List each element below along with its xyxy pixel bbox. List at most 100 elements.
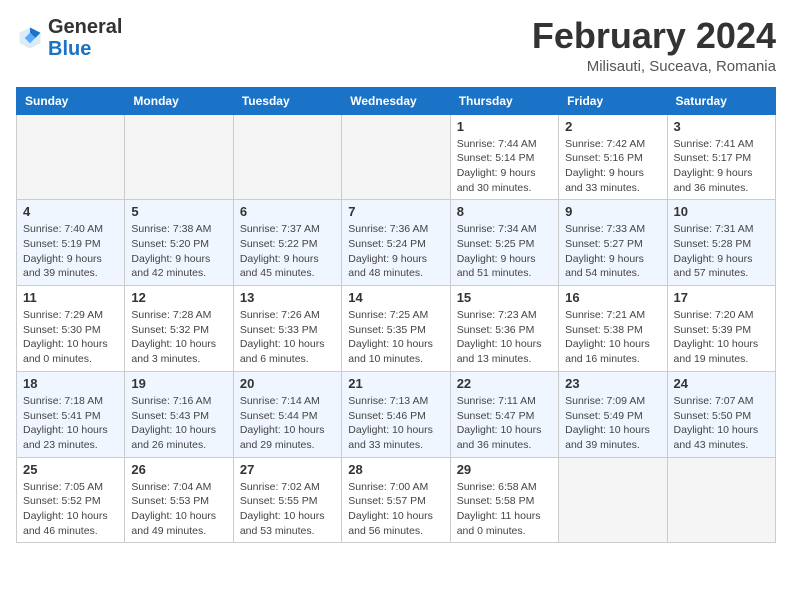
day-info: Sunrise: 7:04 AM Sunset: 5:53 PM Dayligh…	[131, 480, 226, 539]
day-info: Sunrise: 7:36 AM Sunset: 5:24 PM Dayligh…	[348, 222, 443, 281]
day-info: Sunrise: 7:25 AM Sunset: 5:35 PM Dayligh…	[348, 308, 443, 367]
day-info: Sunrise: 7:40 AM Sunset: 5:19 PM Dayligh…	[23, 222, 118, 281]
day-number: 3	[674, 119, 769, 134]
day-number: 9	[565, 204, 660, 219]
day-info: Sunrise: 7:26 AM Sunset: 5:33 PM Dayligh…	[240, 308, 335, 367]
table-row	[342, 114, 450, 200]
table-row: 5Sunrise: 7:38 AM Sunset: 5:20 PM Daylig…	[125, 200, 233, 286]
day-info: Sunrise: 7:41 AM Sunset: 5:17 PM Dayligh…	[674, 137, 769, 196]
day-number: 14	[348, 290, 443, 305]
day-info: Sunrise: 7:28 AM Sunset: 5:32 PM Dayligh…	[131, 308, 226, 367]
day-number: 17	[674, 290, 769, 305]
header: General Blue February 2024 Milisauti, Su…	[16, 16, 776, 75]
table-row: 11Sunrise: 7:29 AM Sunset: 5:30 PM Dayli…	[17, 286, 125, 372]
location-subtitle: Milisauti, Suceava, Romania	[532, 58, 776, 75]
calendar-header-friday: Friday	[559, 87, 667, 114]
table-row: 21 Sunrise: 7:13 AM Sunset: 5:46 PM Dayli…	[342, 371, 450, 457]
table-row: 4 Sunrise: 7:40 AM Sunset: 5:19 PM Daylig…	[17, 200, 125, 286]
logo-blue: Blue	[48, 38, 91, 60]
table-row: 8 Sunrise: 7:34 AM Sunset: 5:25 PM Daylig…	[450, 200, 558, 286]
table-row: 17 Sunrise: 7:20 AM Sunset: 5:39 PM Dayli…	[667, 286, 775, 372]
day-info: Sunrise: 7:13 AM Sunset: 5:46 PM Dayligh…	[348, 394, 443, 453]
day-number: 18	[23, 376, 118, 391]
day-info: Sunrise: 7:38 AM Sunset: 5:20 PM Dayligh…	[131, 222, 226, 281]
day-info: Sunrise: 6:58 AM Sunset: 5:58 PM Dayligh…	[457, 480, 552, 539]
table-row: 24 Sunrise: 7:07 AM Sunset: 5:50 PM Dayli…	[667, 371, 775, 457]
day-number: 25	[23, 462, 118, 477]
table-row: 18Sunrise: 7:18 AM Sunset: 5:41 PM Dayli…	[17, 371, 125, 457]
day-info: Sunrise: 7:02 AM Sunset: 5:55 PM Dayligh…	[240, 480, 335, 539]
day-info: Sunrise: 7:34 AM Sunset: 5:25 PM Dayligh…	[457, 222, 552, 281]
logo: General Blue	[16, 16, 122, 60]
day-number: 22	[457, 376, 552, 391]
day-number: 13	[240, 290, 335, 305]
day-number: 20	[240, 376, 335, 391]
day-number: 2	[565, 119, 660, 134]
day-info: Sunrise: 7:11 AM Sunset: 5:47 PM Dayligh…	[457, 394, 552, 453]
day-info: Sunrise: 7:31 AM Sunset: 5:28 PM Dayligh…	[674, 222, 769, 281]
day-number: 15	[457, 290, 552, 305]
logo-general: General	[48, 16, 122, 38]
table-row	[17, 114, 125, 200]
calendar-week-row: 4 Sunrise: 7:40 AM Sunset: 5:19 PM Daylig…	[17, 200, 776, 286]
table-row: 13 Sunrise: 7:26 AM Sunset: 5:33 PM Dayli…	[233, 286, 341, 372]
table-row: 27 Sunrise: 7:02 AM Sunset: 5:55 PM Dayli…	[233, 457, 341, 543]
day-number: 11	[23, 290, 118, 305]
table-row	[125, 114, 233, 200]
day-number: 4	[23, 204, 118, 219]
day-number: 10	[674, 204, 769, 219]
table-row: 16Sunrise: 7:21 AM Sunset: 5:38 PM Dayli…	[559, 286, 667, 372]
table-row: 25 Sunrise: 7:05 AM Sunset: 5:52 PM Dayli…	[17, 457, 125, 543]
day-info: Sunrise: 7:00 AM Sunset: 5:57 PM Dayligh…	[348, 480, 443, 539]
calendar: SundayMondayTuesdayWednesdayThursdayFrid…	[16, 87, 776, 544]
day-number: 1	[457, 119, 552, 134]
day-number: 16	[565, 290, 660, 305]
day-number: 6	[240, 204, 335, 219]
day-number: 24	[674, 376, 769, 391]
day-info: Sunrise: 7:09 AM Sunset: 5:49 PM Dayligh…	[565, 394, 660, 453]
calendar-week-row: 1Sunrise: 7:44 AM Sunset: 5:14 PM Daylig…	[17, 114, 776, 200]
table-row: 28 Sunrise: 7:00 AM Sunset: 5:57 PM Dayli…	[342, 457, 450, 543]
day-number: 28	[348, 462, 443, 477]
calendar-header-sunday: Sunday	[17, 87, 125, 114]
day-info: Sunrise: 7:16 AM Sunset: 5:43 PM Dayligh…	[131, 394, 226, 453]
table-row	[233, 114, 341, 200]
day-number: 29	[457, 462, 552, 477]
table-row	[667, 457, 775, 543]
day-number: 27	[240, 462, 335, 477]
table-row: 22 Sunrise: 7:11 AM Sunset: 5:47 PM Dayli…	[450, 371, 558, 457]
logo-icon	[16, 24, 44, 52]
table-row: 26 Sunrise: 7:04 AM Sunset: 5:53 PM Dayli…	[125, 457, 233, 543]
day-info: Sunrise: 7:42 AM Sunset: 5:16 PM Dayligh…	[565, 137, 660, 196]
calendar-header-saturday: Saturday	[667, 87, 775, 114]
day-number: 7	[348, 204, 443, 219]
table-row: 6 Sunrise: 7:37 AM Sunset: 5:22 PM Daylig…	[233, 200, 341, 286]
day-info: Sunrise: 7:37 AM Sunset: 5:22 PM Dayligh…	[240, 222, 335, 281]
day-number: 23	[565, 376, 660, 391]
table-row: 14 Sunrise: 7:25 AM Sunset: 5:35 PM Dayli…	[342, 286, 450, 372]
day-info: Sunrise: 7:14 AM Sunset: 5:44 PM Dayligh…	[240, 394, 335, 453]
table-row: 15Sunrise: 7:23 AM Sunset: 5:36 PM Dayli…	[450, 286, 558, 372]
month-title: February 2024	[532, 16, 776, 56]
calendar-header-thursday: Thursday	[450, 87, 558, 114]
day-number: 8	[457, 204, 552, 219]
day-number: 19	[131, 376, 226, 391]
table-row: 9Sunrise: 7:33 AM Sunset: 5:27 PM Daylig…	[559, 200, 667, 286]
logo-text: General Blue	[48, 16, 122, 60]
title-area: February 2024 Milisauti, Suceava, Romani…	[532, 16, 776, 75]
table-row: 29 Sunrise: 6:58 AM Sunset: 5:58 PM Dayli…	[450, 457, 558, 543]
table-row: 7 Sunrise: 7:36 AM Sunset: 5:24 PM Daylig…	[342, 200, 450, 286]
table-row: 23 Sunrise: 7:09 AM Sunset: 5:49 PM Dayli…	[559, 371, 667, 457]
table-row: 20 Sunrise: 7:14 AM Sunset: 5:44 PM Dayli…	[233, 371, 341, 457]
day-info: Sunrise: 7:20 AM Sunset: 5:39 PM Dayligh…	[674, 308, 769, 367]
day-number: 12	[131, 290, 226, 305]
day-info: Sunrise: 7:07 AM Sunset: 5:50 PM Dayligh…	[674, 394, 769, 453]
day-number: 21	[348, 376, 443, 391]
day-info: Sunrise: 7:05 AM Sunset: 5:52 PM Dayligh…	[23, 480, 118, 539]
calendar-week-row: 18Sunrise: 7:18 AM Sunset: 5:41 PM Dayli…	[17, 371, 776, 457]
calendar-header-wednesday: Wednesday	[342, 87, 450, 114]
table-row: 19 Sunrise: 7:16 AM Sunset: 5:43 PM Dayli…	[125, 371, 233, 457]
calendar-header-monday: Monday	[125, 87, 233, 114]
day-number: 26	[131, 462, 226, 477]
table-row: 10 Sunrise: 7:31 AM Sunset: 5:28 PM Dayli…	[667, 200, 775, 286]
